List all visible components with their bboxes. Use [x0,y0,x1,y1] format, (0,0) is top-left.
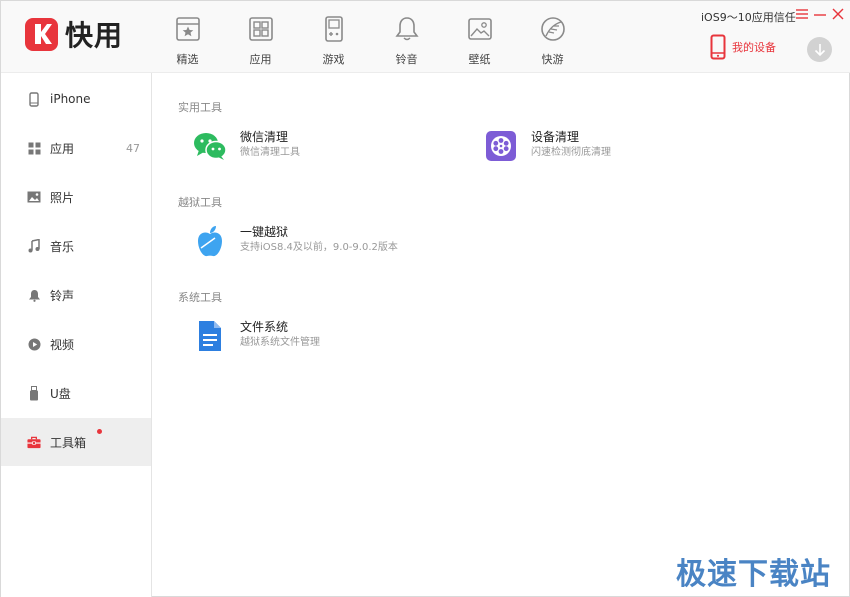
tool-name: 微信清理 [240,130,289,144]
logo-text: 快用 [65,19,124,52]
close-icon[interactable] [830,6,846,22]
sidebar: iPhone 应用 47 照片 音乐 铃声 视频 U盘 工具箱 [1,73,152,597]
nav-item-games[interactable]: 游戏 [297,11,370,67]
nav-item-apps[interactable]: 应用 [224,11,297,67]
device-clean-icon [484,129,518,163]
download-button[interactable] [807,37,832,62]
sidebar-item-label: 应用 [50,141,75,156]
tool-device-clean[interactable]: 设备清理 闪速检测彻底清理 [484,129,611,163]
sidebar-item-photos[interactable]: 照片 [1,173,151,221]
tool-desc: 支持iOS8.4及以前，9.0-9.0.2版本 [240,242,398,253]
download-arrow-icon [814,43,825,56]
toolbox-icon [27,435,41,449]
logo-k-icon [25,17,58,51]
tool-jailbreak[interactable]: 一键越狱 支持iOS8.4及以前，9.0-9.0.2版本 [193,224,398,258]
menu-icon[interactable] [794,6,810,22]
tool-file-system[interactable]: 文件系统 越狱系统文件管理 [193,319,320,353]
sidebar-item-ringtones[interactable]: 铃声 [1,271,151,319]
tool-name: 一键越狱 [240,225,289,239]
photo-icon [27,190,41,204]
trust-link[interactable]: iOS9～10应用信任 [701,9,796,25]
tool-desc: 微信清理工具 [240,147,300,158]
usb-icon [27,385,41,400]
bell-icon [27,288,41,302]
watermark: 极速下载站 [676,557,831,592]
device-label: 我的设备 [732,41,776,54]
sidebar-item-label: U盘 [50,386,71,401]
apps-grid-icon [248,17,273,41]
image-icon [467,18,492,40]
minimize-icon[interactable] [812,6,828,22]
app-logo: 快用 [25,17,124,52]
tool-name: 文件系统 [240,320,289,334]
main-panel: 实用工具 微信清理 微信清理工具 设备清理 闪速检测彻底清理 越狱工具 一键越狱… [153,73,850,597]
sidebar-item-toolbox[interactable]: 工具箱 [1,418,151,466]
apps-icon [27,141,41,155]
sidebar-item-label: iPhone [50,92,91,106]
nav-label: 精选 [176,53,199,66]
section-title: 实用工具 [178,101,222,114]
sidebar-item-label: 工具箱 [50,435,87,450]
document-icon [193,319,227,353]
bell-icon [394,17,419,41]
sidebar-item-video[interactable]: 视频 [1,320,151,368]
nav-item-quickgames[interactable]: 快游 [516,11,589,67]
sidebar-item-label: 视频 [50,337,75,352]
nav-label: 铃音 [395,53,418,66]
nav-label: 壁纸 [468,53,491,66]
header-bar: 快用 精选 应用 游戏 铃音 壁纸 快游 iOS9～10应用信任 我的设备 [1,1,850,73]
wechat-icon [193,129,227,163]
nav-item-ringtones[interactable]: 铃音 [370,11,443,67]
star-icon [175,17,200,41]
apps-count-badge: 47 [126,141,140,155]
nav-label: 游戏 [322,53,345,66]
section-title: 系统工具 [178,291,222,304]
sidebar-item-music[interactable]: 音乐 [1,222,151,270]
nav-item-wallpapers[interactable]: 壁纸 [443,11,516,67]
sidebar-item-usb[interactable]: U盘 [1,369,151,417]
tool-desc: 闪速检测彻底清理 [531,147,611,158]
sidebar-item-label: 音乐 [50,239,75,254]
tool-desc: 越狱系统文件管理 [240,337,320,348]
sidebar-item-apps[interactable]: 应用 47 [1,124,151,172]
leaf-icon [540,17,565,41]
nav-item-featured[interactable]: 精选 [151,11,224,67]
phone-icon [710,34,726,60]
app-window: 快用 精选 应用 游戏 铃音 壁纸 快游 iOS9～10应用信任 我的设备 iP… [0,0,850,597]
tool-wechat-clean[interactable]: 微信清理 微信清理工具 [193,129,300,163]
tool-name: 设备清理 [531,130,580,144]
my-device-button[interactable]: 我的设备 [710,34,776,60]
gameboy-icon [324,16,343,42]
nav-label: 应用 [249,53,272,66]
nav-label: 快游 [541,53,564,66]
top-nav: 精选 应用 游戏 铃音 壁纸 快游 [151,11,589,67]
sidebar-item-label: 照片 [50,190,75,205]
phone-icon [27,91,41,107]
sidebar-item-iphone[interactable]: iPhone [1,75,151,123]
apple-icon [193,224,227,258]
section-title: 越狱工具 [178,196,222,209]
sidebar-item-label: 铃声 [50,288,75,303]
notification-dot [97,429,102,434]
video-icon [27,337,41,351]
music-icon [27,239,41,253]
